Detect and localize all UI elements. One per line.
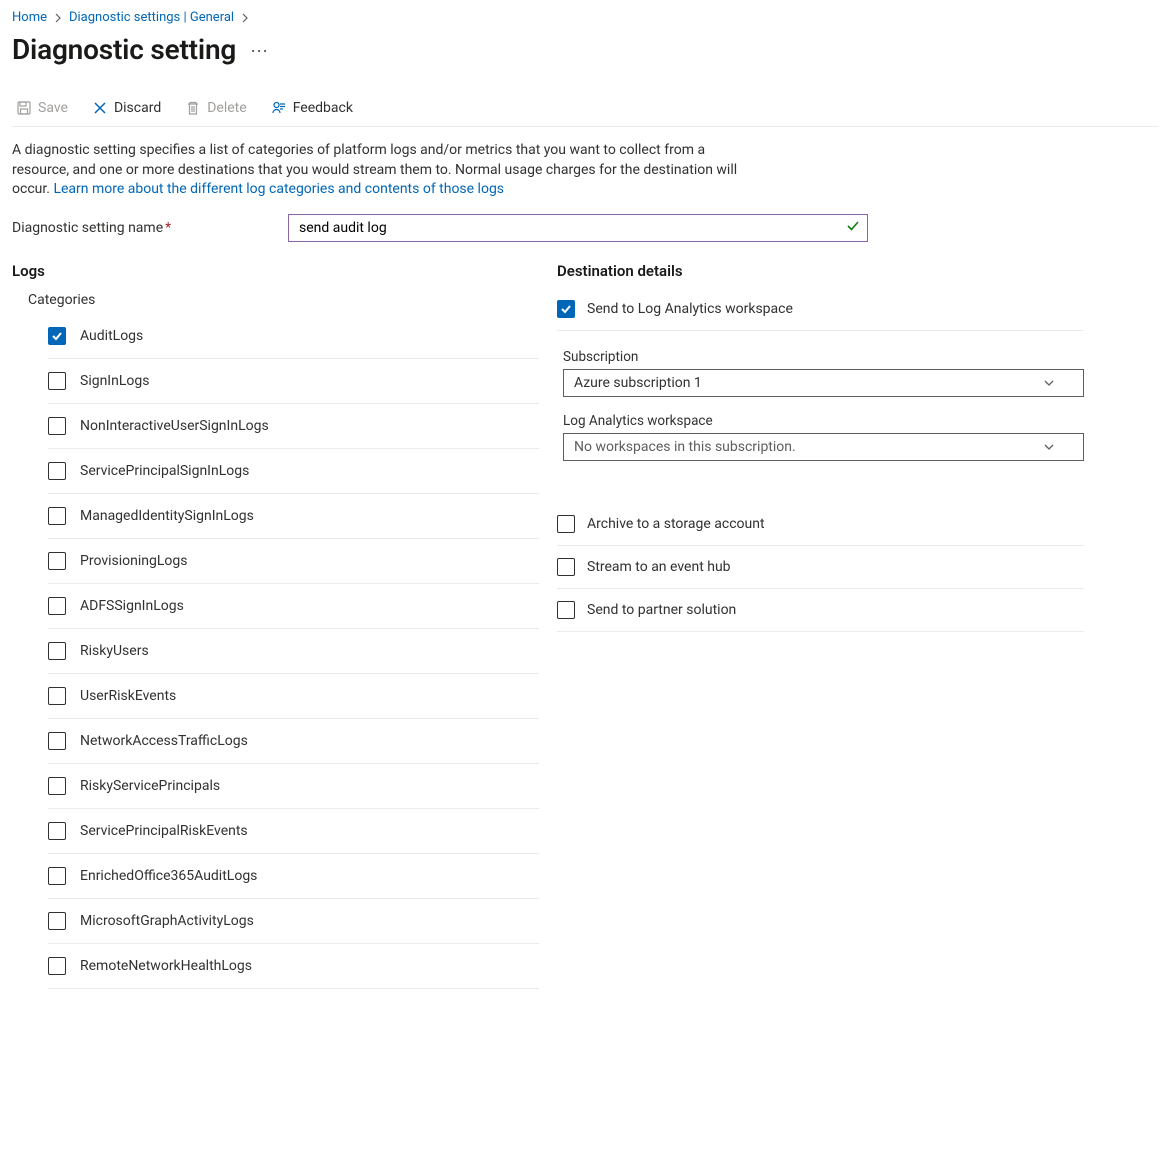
chevron-right-icon <box>53 13 63 23</box>
dest-partner-checkbox[interactable] <box>557 601 575 619</box>
setting-name-label: Diagnostic setting name* <box>12 220 272 236</box>
dest-eventhub-checkbox[interactable] <box>557 558 575 576</box>
category-label: ADFSSignInLogs <box>80 598 184 614</box>
chevron-down-icon <box>1043 377 1055 389</box>
category-label: AuditLogs <box>80 328 143 344</box>
more-actions-icon[interactable]: ⋯ <box>250 39 268 61</box>
category-label: UserRiskEvents <box>80 688 176 704</box>
category-label: RemoteNetworkHealthLogs <box>80 958 252 974</box>
category-row: UserRiskEvents <box>48 674 539 719</box>
category-label: ServicePrincipalSignInLogs <box>80 463 249 479</box>
category-checkbox[interactable] <box>48 507 66 525</box>
category-label: NetworkAccessTrafficLogs <box>80 733 248 749</box>
category-checkbox[interactable] <box>48 912 66 930</box>
learn-more-link[interactable]: Learn more about the different log categ… <box>53 181 504 197</box>
category-label: ProvisioningLogs <box>80 553 187 569</box>
category-label: MicrosoftGraphActivityLogs <box>80 913 254 929</box>
category-label: ManagedIdentitySignInLogs <box>80 508 254 524</box>
workspace-value: No workspaces in this subscription. <box>574 439 796 455</box>
chevron-right-icon <box>240 13 250 23</box>
category-label: NonInteractiveUserSignInLogs <box>80 418 269 434</box>
categories-label: Categories <box>28 292 539 308</box>
category-checkbox[interactable] <box>48 462 66 480</box>
dest-storage-checkbox[interactable] <box>557 515 575 533</box>
breadcrumb: Home Diagnostic settings | General <box>12 10 1159 25</box>
category-checkbox[interactable] <box>48 372 66 390</box>
category-row: ServicePrincipalRiskEvents <box>48 809 539 854</box>
destination-column: Destination details Send to Log Analytic… <box>557 262 1084 989</box>
category-row: ManagedIdentitySignInLogs <box>48 494 539 539</box>
category-label: SignInLogs <box>80 373 149 389</box>
category-checkbox[interactable] <box>48 642 66 660</box>
category-label: RiskyUsers <box>80 643 149 659</box>
delete-label: Delete <box>207 100 246 116</box>
intro-text: A diagnostic setting specifies a list of… <box>12 141 752 200</box>
category-row: RiskyUsers <box>48 629 539 674</box>
category-row: NonInteractiveUserSignInLogs <box>48 404 539 449</box>
destination-title: Destination details <box>557 262 1084 280</box>
dest-eventhub-label: Stream to an event hub <box>587 559 731 575</box>
feedback-icon <box>271 100 287 116</box>
valid-check-icon <box>846 219 860 233</box>
save-button: Save <box>12 96 72 120</box>
category-row: ProvisioningLogs <box>48 539 539 584</box>
category-checkbox[interactable] <box>48 597 66 615</box>
dest-storage-label: Archive to a storage account <box>587 516 765 532</box>
category-row: AuditLogs <box>48 314 539 359</box>
category-label: EnrichedOffice365AuditLogs <box>80 868 257 884</box>
category-row: MicrosoftGraphActivityLogs <box>48 899 539 944</box>
category-row: NetworkAccessTrafficLogs <box>48 719 539 764</box>
category-checkbox[interactable] <box>48 417 66 435</box>
category-row: ADFSSignInLogs <box>48 584 539 629</box>
category-checkbox[interactable] <box>48 552 66 570</box>
workspace-label: Log Analytics workspace <box>563 413 1084 429</box>
category-label: RiskyServicePrincipals <box>80 778 220 794</box>
category-row: RemoteNetworkHealthLogs <box>48 944 539 989</box>
command-bar: Save Discard Delete Feedback <box>12 96 1159 127</box>
feedback-label: Feedback <box>293 100 353 116</box>
subscription-value: Azure subscription 1 <box>574 375 702 391</box>
dest-log-analytics-label: Send to Log Analytics workspace <box>587 301 793 317</box>
setting-name-input[interactable] <box>288 214 868 242</box>
dest-storage-row: Archive to a storage account <box>557 503 1084 546</box>
category-row: SignInLogs <box>48 359 539 404</box>
close-icon <box>92 100 108 116</box>
category-checkbox[interactable] <box>48 327 66 345</box>
category-row: EnrichedOffice365AuditLogs <box>48 854 539 899</box>
dest-partner-row: Send to partner solution <box>557 589 1084 632</box>
discard-button[interactable]: Discard <box>88 96 165 120</box>
category-label: ServicePrincipalRiskEvents <box>80 823 248 839</box>
dest-log-analytics-checkbox[interactable] <box>557 300 575 318</box>
category-checkbox[interactable] <box>48 687 66 705</box>
breadcrumb-home[interactable]: Home <box>12 10 47 25</box>
category-row: ServicePrincipalSignInLogs <box>48 449 539 494</box>
category-checkbox[interactable] <box>48 867 66 885</box>
feedback-button[interactable]: Feedback <box>267 96 357 120</box>
category-checkbox[interactable] <box>48 777 66 795</box>
category-checkbox[interactable] <box>48 957 66 975</box>
trash-icon <box>185 100 201 116</box>
logs-title: Logs <box>12 262 539 280</box>
dest-partner-label: Send to partner solution <box>587 602 736 618</box>
category-checkbox[interactable] <box>48 732 66 750</box>
logs-column: Logs Categories AuditLogs SignInLogs NonIn… <box>12 262 539 989</box>
page-title: Diagnostic setting <box>12 33 236 66</box>
workspace-select[interactable]: No workspaces in this subscription. <box>563 433 1084 461</box>
breadcrumb-prev[interactable]: Diagnostic settings | General <box>69 10 234 25</box>
save-label: Save <box>38 100 68 116</box>
dest-eventhub-row: Stream to an event hub <box>557 546 1084 589</box>
subscription-label: Subscription <box>563 349 1084 365</box>
category-checkbox[interactable] <box>48 822 66 840</box>
chevron-down-icon <box>1043 441 1055 453</box>
subscription-select[interactable]: Azure subscription 1 <box>563 369 1084 397</box>
save-icon <box>16 100 32 116</box>
discard-label: Discard <box>114 100 161 116</box>
category-row: RiskyServicePrincipals <box>48 764 539 809</box>
dest-log-analytics-row: Send to Log Analytics workspace <box>557 292 1084 331</box>
delete-button: Delete <box>181 96 250 120</box>
